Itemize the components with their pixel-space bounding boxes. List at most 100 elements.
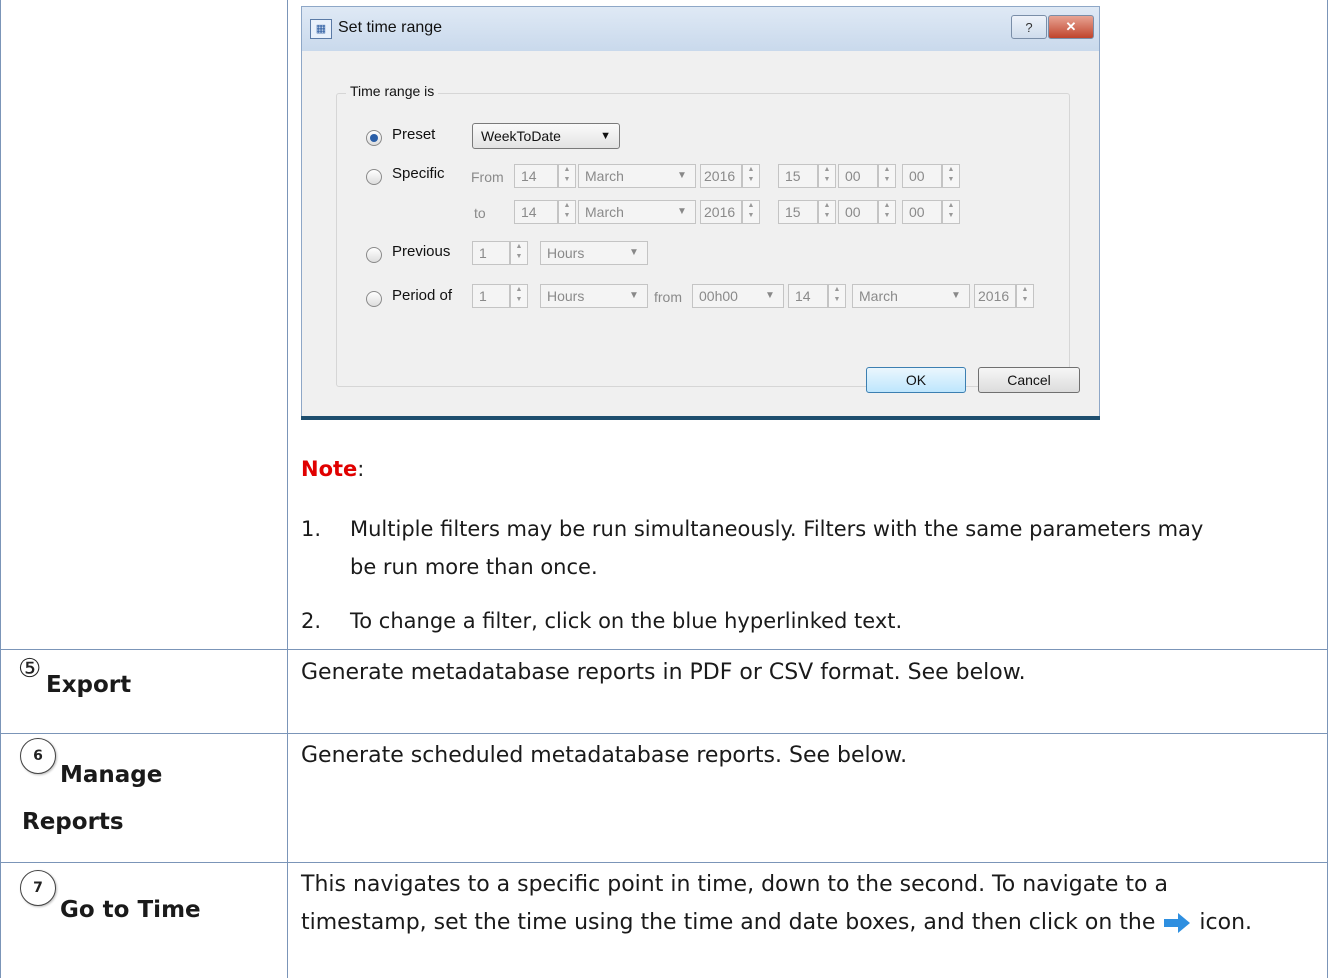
dialog-body: Time range is Preset WeekToDate ▼ Specif…	[304, 51, 1097, 417]
step-7-badge: 7	[20, 870, 56, 906]
manage-label: Manage	[60, 762, 163, 788]
ok-button[interactable]: OK	[866, 367, 966, 393]
note-item-text: To change a filter, click on the blue hy…	[350, 609, 903, 633]
instruction-table: ▦ Set time range ? ✕ Time range is Prese…	[0, 0, 1330, 978]
period-year-spinner[interactable]: ▲ ▼	[1016, 284, 1034, 308]
chevron-down-icon: ▼	[765, 290, 775, 301]
period-day-field[interactable]: 14	[788, 284, 828, 308]
to-year-field[interactable]: 2016	[700, 200, 742, 224]
period-day-spinner[interactable]: ▲ ▼	[828, 284, 846, 308]
icon-word: icon.	[1199, 910, 1253, 935]
export-description: Generate metadatabase reports in PDF or …	[301, 660, 1026, 685]
step-5-badge: ⑤	[18, 654, 42, 684]
period-label: Period of	[392, 287, 453, 304]
go-to-time-description-line2: timestamp, set the time using the time a…	[301, 910, 1252, 935]
note-item-text: Multiple filters may be run simultaneous…	[350, 517, 1204, 541]
period-radio[interactable]	[366, 291, 382, 307]
specific-label: Specific	[392, 165, 445, 182]
help-button[interactable]: ?	[1011, 15, 1047, 39]
table-border-right	[1327, 0, 1328, 978]
chevron-down-icon: ▼	[677, 170, 687, 181]
dialog-title: Set time range	[338, 19, 443, 36]
close-button[interactable]: ✕	[1048, 15, 1094, 39]
chevron-down-icon: ▼	[629, 290, 639, 301]
from-second-field[interactable]: 00	[902, 164, 942, 188]
period-count-spinner[interactable]: ▲ ▼	[510, 284, 528, 308]
to-day-field[interactable]: 14	[514, 200, 558, 224]
from-year-spinner[interactable]: ▲ ▼	[742, 164, 760, 188]
note-title: Note	[301, 457, 358, 481]
go-to-time-label: Go to Time	[60, 897, 201, 923]
from-minute-field[interactable]: 00	[838, 164, 878, 188]
to-minute-field[interactable]: 00	[838, 200, 878, 224]
chevron-down-icon: ▼	[951, 290, 961, 301]
note-item-number: 2.	[301, 609, 322, 633]
reports-label: Reports	[22, 809, 124, 835]
to-month-select[interactable]: March ▼	[578, 200, 696, 224]
note-item-number: 1.	[301, 517, 322, 541]
export-label: Export	[46, 672, 132, 698]
previous-unit-select[interactable]: Hours ▼	[540, 241, 648, 265]
preset-value: WeekToDate	[481, 128, 561, 144]
to-second-field[interactable]: 00	[902, 200, 942, 224]
manage-reports-description: Generate scheduled metadatabase reports.…	[301, 743, 908, 768]
from-month-value: March	[585, 168, 624, 184]
to-month-value: March	[585, 204, 624, 220]
period-time-select[interactable]: 00h00 ▼	[692, 284, 784, 308]
from-month-select[interactable]: March ▼	[578, 164, 696, 188]
to-year-spinner[interactable]: ▲ ▼	[742, 200, 760, 224]
period-year-field[interactable]: 2016	[974, 284, 1016, 308]
table-column-divider	[287, 0, 288, 978]
period-unit-value: Hours	[547, 288, 585, 304]
set-time-range-dialog: ▦ Set time range ? ✕ Time range is Prese…	[301, 6, 1100, 420]
time-range-group	[336, 93, 1070, 387]
from-minute-spinner[interactable]: ▲ ▼	[878, 164, 896, 188]
previous-count-spinner[interactable]: ▲ ▼	[510, 241, 528, 265]
note-colon: :	[357, 457, 365, 481]
note-item-text: be run more than once.	[350, 555, 598, 579]
row-divider	[0, 862, 1328, 863]
step-6-badge: 6	[20, 738, 56, 774]
to-second-spinner[interactable]: ▲ ▼	[942, 200, 960, 224]
from-hour-field[interactable]: 15	[778, 164, 818, 188]
chevron-down-icon: ▼	[600, 130, 611, 142]
from-hour-spinner[interactable]: ▲ ▼	[818, 164, 836, 188]
chevron-down-icon: ▼	[629, 247, 639, 258]
from-day-field[interactable]: 14	[514, 164, 558, 188]
row-divider	[0, 733, 1328, 734]
previous-unit-value: Hours	[547, 245, 585, 261]
note-heading: Note:	[301, 457, 364, 481]
dialog-bottom-border	[301, 416, 1100, 420]
preset-label: Preset	[392, 126, 436, 143]
period-from-label: from	[654, 289, 682, 305]
preset-radio[interactable]	[366, 130, 382, 146]
period-month-select[interactable]: March ▼	[852, 284, 970, 308]
to-minute-spinner[interactable]: ▲ ▼	[878, 200, 896, 224]
cancel-button[interactable]: Cancel	[978, 367, 1080, 393]
previous-radio[interactable]	[366, 247, 382, 263]
table-border-left	[0, 0, 1, 978]
calendar-icon: ▦	[310, 19, 332, 39]
from-second-spinner[interactable]: ▲ ▼	[942, 164, 960, 188]
row-divider	[0, 649, 1328, 650]
period-count-field[interactable]: 1	[472, 284, 510, 308]
period-time-value: 00h00	[699, 288, 738, 304]
dialog-titlebar: ▦ Set time range ? ✕	[302, 7, 1099, 51]
go-to-time-text: timestamp, set the time using the time a…	[301, 910, 1156, 935]
to-hour-field[interactable]: 15	[778, 200, 818, 224]
from-year-field[interactable]: 2016	[700, 164, 742, 188]
chevron-down-icon: ▼	[677, 206, 687, 217]
specific-radio[interactable]	[366, 169, 382, 185]
from-day-spinner[interactable]: ▲ ▼	[558, 164, 576, 188]
group-title: Time range is	[346, 83, 439, 99]
to-day-spinner[interactable]: ▲ ▼	[558, 200, 576, 224]
to-label: to	[474, 205, 486, 221]
go-to-time-description-line1: This navigates to a specific point in ti…	[301, 872, 1168, 897]
to-hour-spinner[interactable]: ▲ ▼	[818, 200, 836, 224]
period-unit-select[interactable]: Hours ▼	[540, 284, 648, 308]
previous-label: Previous	[392, 243, 451, 260]
arrow-right-icon	[1164, 913, 1191, 933]
previous-count-field[interactable]: 1	[472, 241, 510, 265]
from-label: From	[471, 169, 504, 185]
preset-select[interactable]: WeekToDate ▼	[472, 123, 620, 149]
